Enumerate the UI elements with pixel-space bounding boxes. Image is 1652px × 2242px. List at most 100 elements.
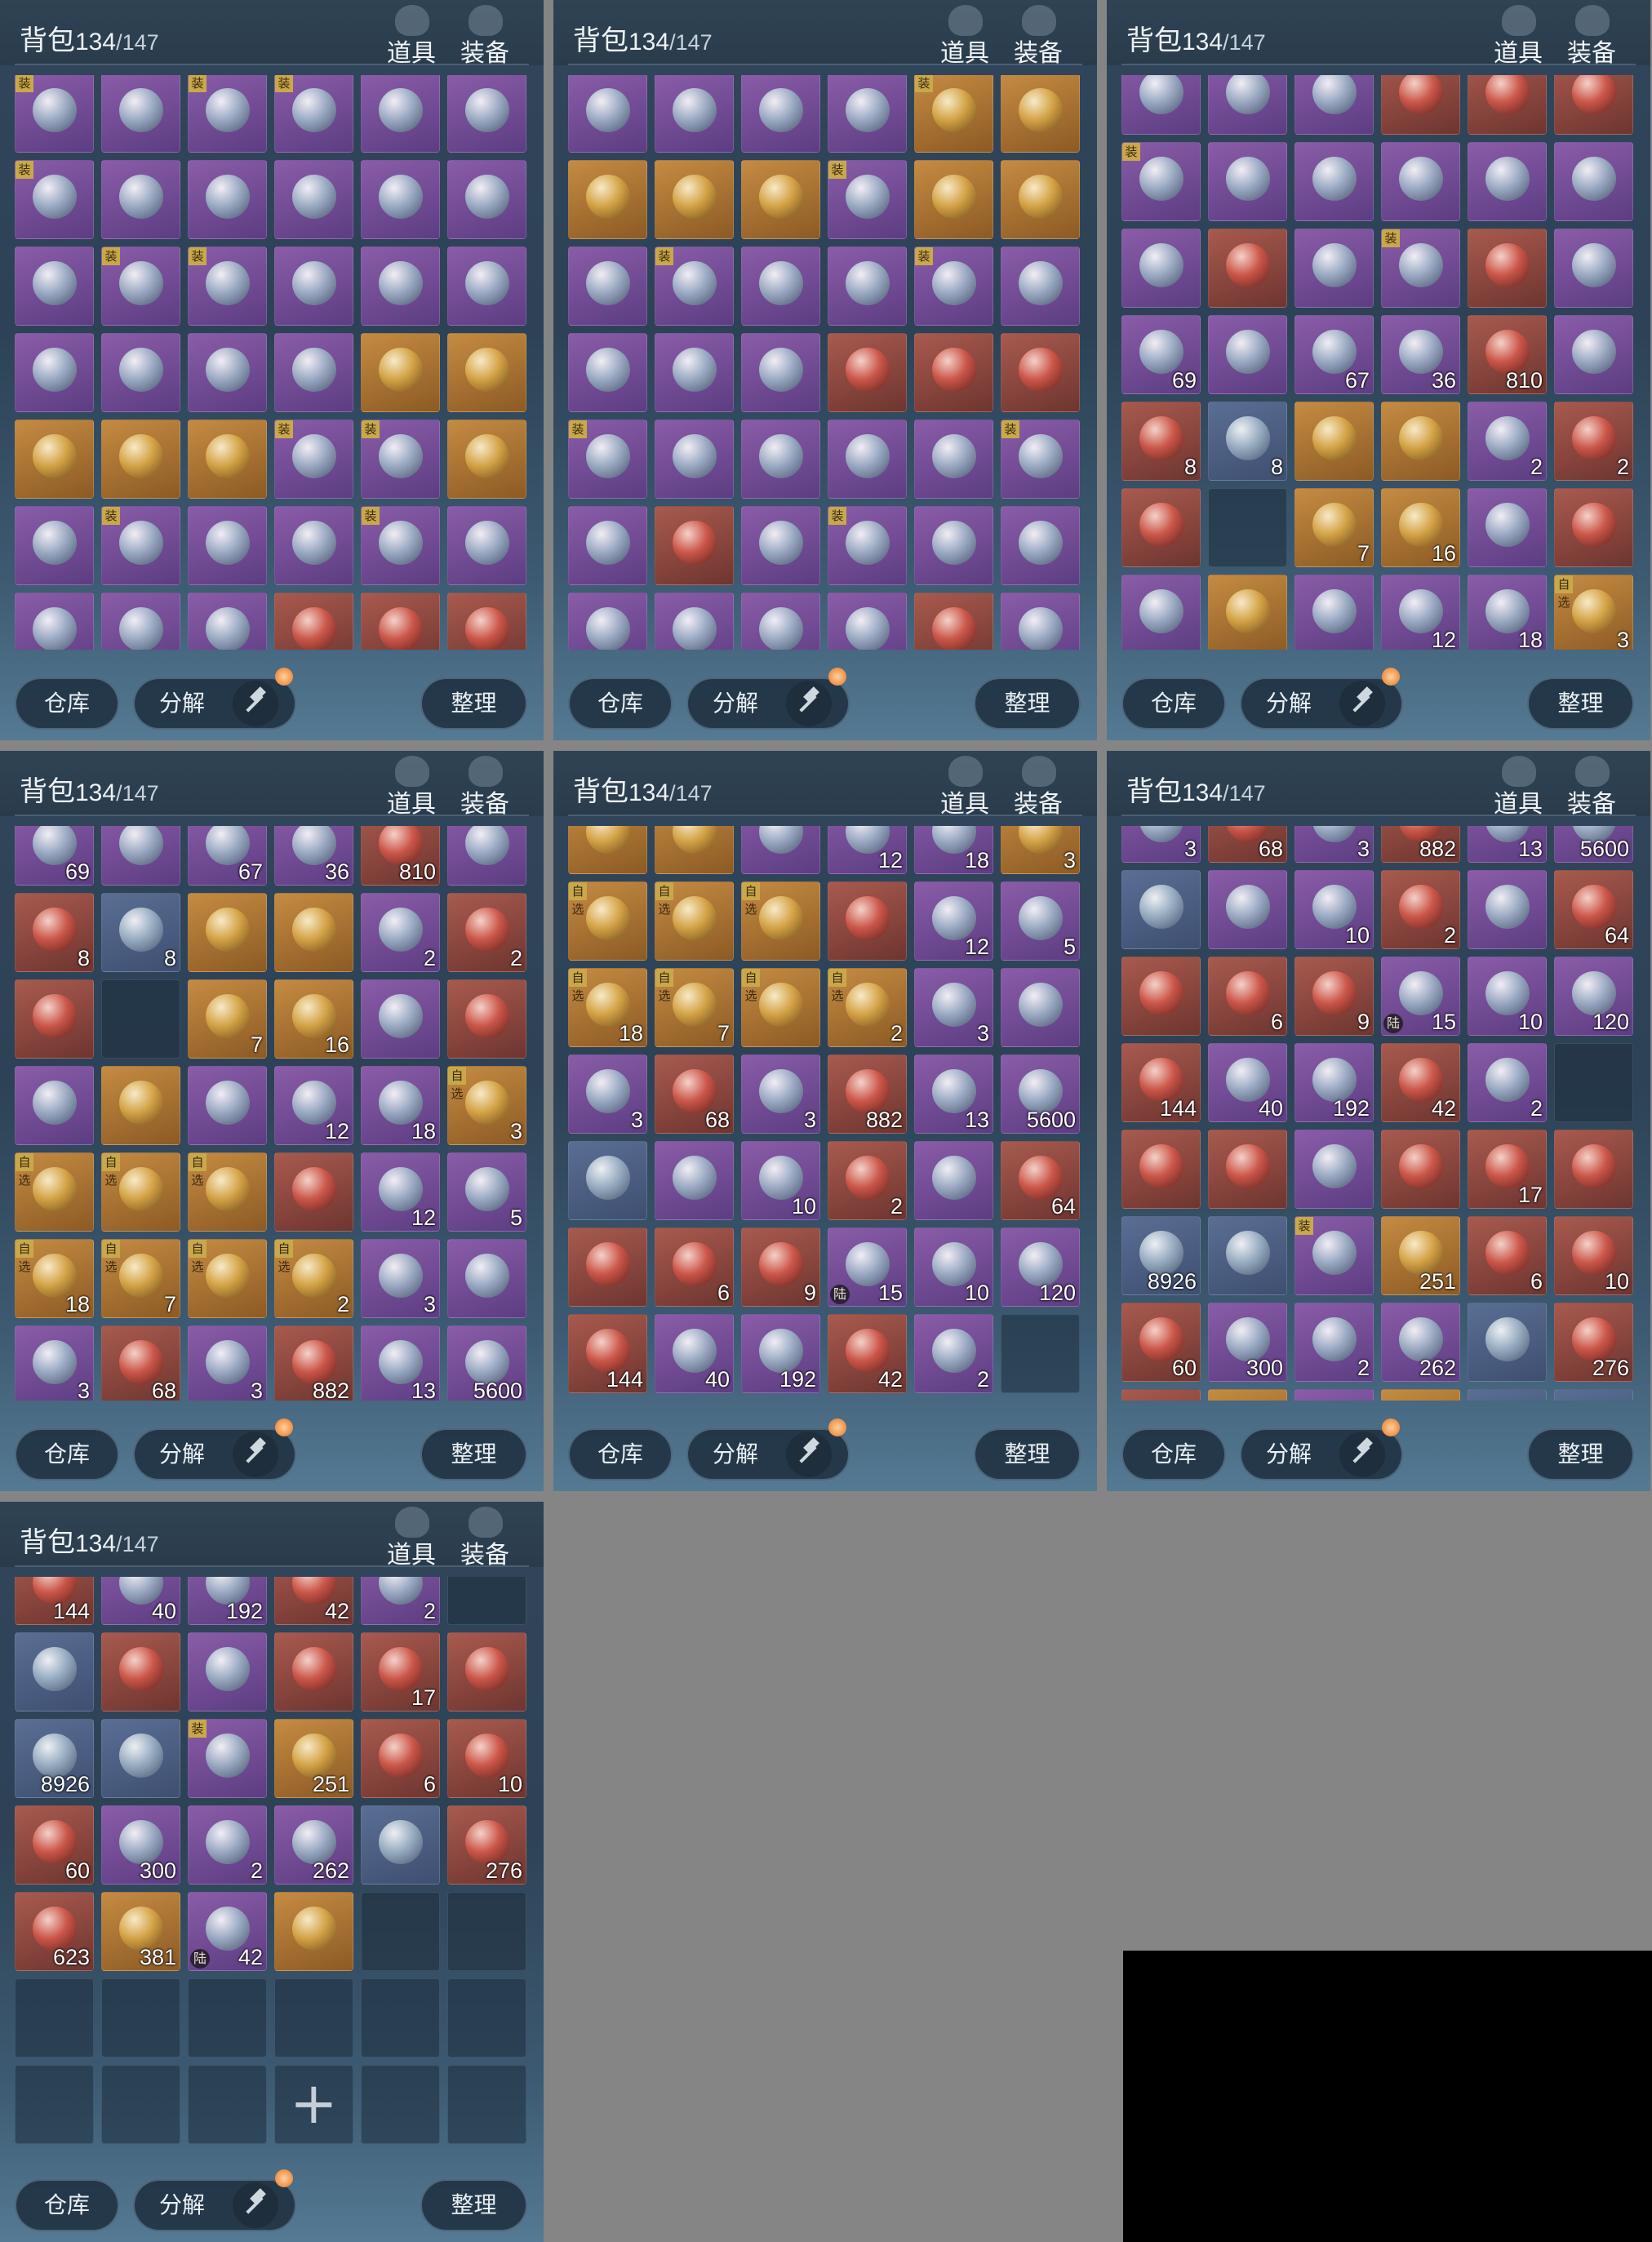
item-grid[interactable]: 69 67 36 810 8 8 2 2 7 16 12 18 自选 3 自选 自选 自选 12 5 自选 18 自选 7 自…: [15, 826, 529, 1401]
tab-equipment[interactable]: 装备: [1562, 754, 1621, 819]
item-slot[interactable]: 262: [1381, 1303, 1460, 1382]
item-slot[interactable]: [1001, 968, 1080, 1047]
item-slot[interactable]: [1208, 1130, 1287, 1209]
item-slot[interactable]: 10: [1554, 1216, 1633, 1295]
item-slot[interactable]: [1208, 1216, 1287, 1295]
item-slot[interactable]: [828, 333, 907, 412]
item-slot[interactable]: [1468, 488, 1547, 567]
item-slot[interactable]: [1295, 402, 1374, 481]
item-slot[interactable]: [828, 881, 907, 961]
hammer-icon[interactable]: [233, 1432, 278, 1477]
empty-slot[interactable]: [101, 1978, 180, 2058]
decompose-button[interactable]: 分解: [1240, 668, 1403, 730]
item-slot[interactable]: [1295, 229, 1374, 308]
item-slot[interactable]: [1208, 229, 1287, 308]
item-slot[interactable]: 120: [1001, 1228, 1080, 1307]
item-slot[interactable]: 装: [188, 1719, 267, 1798]
tab-items[interactable]: 道具: [382, 1505, 441, 1569]
item-slot[interactable]: [1295, 142, 1374, 221]
item-slot[interactable]: 自选: [188, 1152, 267, 1232]
item-slot[interactable]: 5: [1001, 881, 1080, 961]
item-slot[interactable]: 装: [828, 160, 907, 239]
item-slot[interactable]: [568, 333, 647, 412]
item-slot[interactable]: 自选: [15, 1152, 94, 1232]
decompose-button[interactable]: 分解: [133, 1418, 296, 1481]
item-slot[interactable]: 36: [274, 826, 353, 886]
decompose-button[interactable]: 分解: [686, 668, 850, 730]
item-slot[interactable]: 6: [1208, 957, 1287, 1036]
hammer-icon[interactable]: [233, 681, 278, 726]
item-slot[interactable]: 12: [914, 881, 993, 961]
item-slot[interactable]: 装: [274, 420, 353, 499]
item-slot[interactable]: [101, 826, 180, 886]
item-slot[interactable]: [1295, 1130, 1374, 1209]
sort-button[interactable]: 整理: [420, 677, 527, 730]
item-slot[interactable]: 自选 3: [1554, 575, 1633, 650]
item-slot[interactable]: 装: [188, 75, 267, 153]
item-slot[interactable]: 8: [1121, 402, 1201, 481]
item-slot[interactable]: 装: [274, 75, 353, 153]
tab-equipment[interactable]: 装备: [1562, 3, 1621, 68]
item-slot[interactable]: 3: [15, 1325, 94, 1401]
item-slot[interactable]: [828, 420, 907, 499]
empty-slot[interactable]: [447, 1892, 526, 1971]
item-slot[interactable]: 自选 7: [655, 968, 734, 1047]
item-slot[interactable]: [1468, 142, 1547, 221]
sort-button[interactable]: 整理: [1527, 677, 1634, 730]
item-slot[interactable]: 810: [1468, 315, 1547, 394]
item-slot[interactable]: [447, 826, 526, 886]
item-slot[interactable]: 40: [1208, 1043, 1287, 1122]
item-slot[interactable]: [1295, 75, 1374, 135]
empty-slot[interactable]: [361, 1892, 440, 1971]
item-slot[interactable]: [15, 979, 94, 1059]
item-slot[interactable]: 9: [741, 1228, 820, 1307]
item-slot[interactable]: 装: [1001, 420, 1080, 499]
item-slot[interactable]: [1208, 575, 1287, 650]
item-slot[interactable]: [1001, 593, 1080, 650]
item-slot[interactable]: 2: [361, 893, 440, 972]
item-slot[interactable]: 69: [1121, 315, 1201, 394]
item-slot[interactable]: [1121, 75, 1201, 135]
item-slot[interactable]: 17: [1468, 1130, 1547, 1209]
item-slot[interactable]: [361, 1805, 440, 1885]
item-slot[interactable]: 装: [188, 246, 267, 326]
item-slot[interactable]: [274, 1152, 353, 1232]
tab-items[interactable]: 道具: [1489, 3, 1548, 68]
item-slot[interactable]: 276: [1554, 1303, 1633, 1382]
item-slot[interactable]: 自选 18: [15, 1239, 94, 1318]
item-slot[interactable]: 60: [15, 1805, 94, 1885]
item-slot[interactable]: [447, 1239, 526, 1318]
item-slot[interactable]: 陆 42: [188, 1892, 267, 1971]
item-slot[interactable]: [655, 506, 734, 585]
empty-slot[interactable]: [15, 2065, 94, 2144]
item-slot[interactable]: 装: [361, 420, 440, 499]
item-slot[interactable]: [1208, 1389, 1287, 1401]
item-slot[interactable]: 12: [828, 826, 907, 874]
item-slot[interactable]: 12: [361, 1152, 440, 1232]
sort-button[interactable]: 整理: [1527, 1428, 1634, 1481]
decompose-button[interactable]: 分解: [1240, 1418, 1403, 1481]
item-slot[interactable]: [1554, 315, 1633, 394]
item-slot[interactable]: [15, 246, 94, 326]
item-slot[interactable]: 2: [1468, 1043, 1547, 1122]
item-slot[interactable]: 2: [1468, 402, 1547, 481]
item-slot[interactable]: 18: [361, 1066, 440, 1145]
item-slot[interactable]: 5600: [447, 1325, 526, 1401]
item-slot[interactable]: [914, 506, 993, 585]
item-slot[interactable]: [568, 160, 647, 239]
add-slot-button[interactable]: +: [274, 2065, 353, 2144]
item-slot[interactable]: [655, 160, 734, 239]
item-slot[interactable]: [447, 506, 526, 585]
item-slot[interactable]: [101, 160, 180, 239]
warehouse-button[interactable]: 仓库: [15, 2179, 119, 2231]
item-slot[interactable]: [274, 333, 353, 412]
item-slot[interactable]: 6: [655, 1228, 734, 1307]
item-slot[interactable]: [1121, 870, 1201, 949]
item-slot[interactable]: 120: [1554, 957, 1633, 1036]
item-slot[interactable]: 装: [914, 75, 993, 153]
empty-slot[interactable]: [1001, 1314, 1080, 1393]
item-slot[interactable]: [1381, 402, 1460, 481]
item-slot[interactable]: 3: [1295, 826, 1374, 863]
item-slot[interactable]: 69: [15, 826, 94, 886]
item-slot[interactable]: [101, 1066, 180, 1145]
